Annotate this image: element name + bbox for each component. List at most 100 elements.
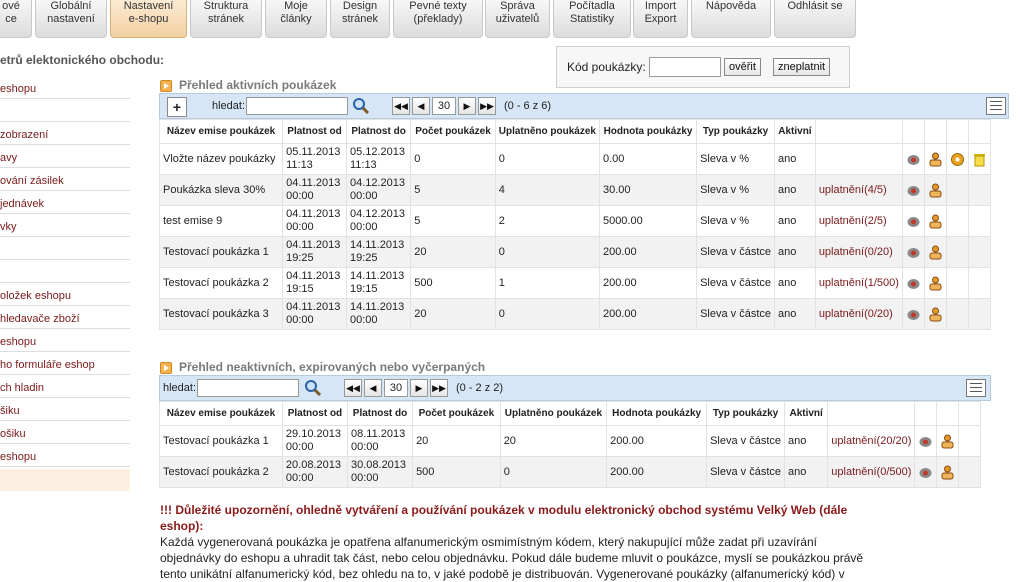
search-icon[interactable] <box>352 97 370 115</box>
users-icon[interactable] <box>940 465 955 480</box>
sidebar-item[interactable]: hledavače zboží <box>0 313 80 325</box>
nav-tab[interactable]: Pevné texty (překlady) <box>393 0 483 38</box>
nav-tab[interactable]: Struktura stránek <box>190 0 262 38</box>
column-header[interactable]: Uplatněno poukázek <box>494 119 600 144</box>
sidebar-divider <box>0 190 130 191</box>
columns-icon[interactable] <box>986 97 1006 115</box>
nav-tab[interactable]: Import Export <box>633 0 688 38</box>
usage-link[interactable]: uplatnění(1/500) <box>819 277 899 289</box>
usage-link[interactable]: uplatnění(0/500) <box>831 466 911 478</box>
invalidate-button[interactable]: zneplatnit <box>773 58 831 76</box>
page-size-input[interactable]: 30 <box>384 379 408 397</box>
nav-tab[interactable]: Počítadla Statistiky <box>553 0 631 38</box>
usage-link[interactable]: uplatnění(4/5) <box>819 184 887 196</box>
column-header[interactable]: Název emise poukázek <box>159 401 283 426</box>
table-row[interactable]: Vložte název poukázky 05.11.2013 11:13 05.1… <box>158 143 992 175</box>
column-header[interactable]: Typ poukázky <box>696 119 776 144</box>
first-page-icon[interactable]: ◀◀ <box>344 379 362 397</box>
column-header[interactable]: Uplatněno poukázek <box>499 401 608 426</box>
users-icon[interactable] <box>928 183 943 198</box>
sidebar-item[interactable]: ošiku <box>0 428 26 440</box>
nav-tab[interactable]: Design stránek <box>330 0 390 38</box>
nav-tab[interactable]: Nápověda <box>691 0 771 38</box>
nav-tab[interactable]: Globální nastavení <box>35 0 107 38</box>
column-header[interactable]: Počet poukázek <box>412 401 501 426</box>
first-page-icon[interactable]: ◀◀ <box>392 97 410 115</box>
column-header[interactable]: Hodnota poukázky <box>598 119 698 144</box>
column-header[interactable]: Platnost od <box>282 119 347 144</box>
view-icon[interactable] <box>906 276 921 291</box>
verify-button[interactable]: ověřit <box>724 58 761 76</box>
users-icon[interactable] <box>928 307 943 322</box>
sidebar-item[interactable]: ování zásilek <box>0 175 64 187</box>
sidebar-item[interactable]: zobrazení <box>0 129 48 141</box>
column-header[interactable]: Platnost od <box>281 401 348 426</box>
table-row[interactable]: Testovací poukázka 1 04.11.2013 19:25 14.11… <box>158 236 992 268</box>
table-row[interactable]: Testovací poukázka 2 20.08.2013 00:00 30.08… <box>159 456 981 488</box>
table-row[interactable]: Testovací poukázka 3 04.11.2013 00:00 14.11… <box>158 298 992 330</box>
sidebar-item[interactable]: eshopu <box>0 451 36 463</box>
table-row[interactable]: Poukázka sleva 30% 04.11.2013 00:00 04.12.2… <box>158 174 992 206</box>
table-row[interactable]: Testovací poukázka 1 29.10.2013 00:00 08.11… <box>159 425 981 457</box>
last-page-icon[interactable]: ▶▶ <box>430 379 448 397</box>
last-page-icon[interactable]: ▶▶ <box>478 97 496 115</box>
nav-tab[interactable]: Moje články <box>265 0 327 38</box>
prev-page-icon[interactable]: ◀ <box>364 379 382 397</box>
search-icon[interactable] <box>304 379 322 397</box>
users-icon[interactable] <box>928 245 943 260</box>
view-icon[interactable] <box>918 465 933 480</box>
column-header[interactable]: Hodnota poukázky <box>606 401 708 426</box>
column-header[interactable]: Počet poukázek <box>410 119 496 144</box>
users-icon[interactable] <box>928 214 943 229</box>
sidebar-item[interactable]: ho formuláře eshop <box>0 359 95 371</box>
sidebar-item[interactable]: vky <box>0 221 17 233</box>
nav-tab[interactable]: ové ce <box>0 0 32 38</box>
sidebar-item[interactable]: eshopu <box>0 83 36 95</box>
sidebar-item[interactable]: oložek eshopu <box>0 290 71 302</box>
column-header[interactable]: Platnost do <box>345 119 412 144</box>
nav-tab[interactable]: Správa uživatelů <box>485 0 550 38</box>
next-page-icon[interactable]: ▶ <box>458 97 476 115</box>
view-icon[interactable] <box>906 183 921 198</box>
view-icon[interactable] <box>906 245 921 260</box>
sidebar-item[interactable]: jednávek <box>0 198 44 210</box>
sidebar-item[interactable]: avy <box>0 152 17 164</box>
column-header[interactable]: Platnost do <box>346 401 414 426</box>
column-header[interactable]: Aktivní <box>784 401 829 426</box>
column-header[interactable]: Typ poukázky <box>706 401 786 426</box>
search-input[interactable] <box>246 97 348 115</box>
add-voucher-button[interactable]: + <box>167 97 187 117</box>
search-input[interactable] <box>197 379 299 397</box>
voucher-code-input[interactable] <box>649 57 721 77</box>
users-icon[interactable] <box>928 276 943 291</box>
usage-link[interactable]: uplatnění(0/20) <box>819 308 893 320</box>
view-icon[interactable] <box>906 152 921 167</box>
table-row[interactable]: Testovací poukázka 2 04.11.2013 19:15 14.11… <box>158 267 992 299</box>
active-cell: ano <box>774 174 816 206</box>
next-page-icon[interactable]: ▶ <box>410 379 428 397</box>
gear-icon[interactable] <box>950 152 965 167</box>
valid-from-cell: 04.11.2013 00:00 <box>282 298 347 330</box>
column-header[interactable]: Název emise poukázek <box>158 119 284 144</box>
sidebar-divider <box>0 167 130 168</box>
voucher-code-label: Kód poukázky: <box>567 60 646 74</box>
view-icon[interactable] <box>918 434 933 449</box>
nav-tab[interactable]: Odhlásit se <box>774 0 856 38</box>
users-icon[interactable] <box>928 152 943 167</box>
page-size-input[interactable]: 30 <box>432 97 456 115</box>
usage-link[interactable]: uplatnění(20/20) <box>831 435 911 447</box>
column-header[interactable]: Aktivní <box>774 119 816 144</box>
sidebar-item[interactable]: šiku <box>0 405 20 417</box>
trash-icon[interactable] <box>972 152 987 167</box>
view-icon[interactable] <box>906 307 921 322</box>
nav-tab[interactable]: Nastavení e-shopu <box>110 0 187 38</box>
sidebar-item[interactable]: eshopu <box>0 336 36 348</box>
view-icon[interactable] <box>906 214 921 229</box>
usage-link[interactable]: uplatnění(0/20) <box>819 246 893 258</box>
prev-page-icon[interactable]: ◀ <box>412 97 430 115</box>
usage-link[interactable]: uplatnění(2/5) <box>819 215 887 227</box>
columns-icon[interactable] <box>966 379 986 397</box>
table-row[interactable]: test emise 9 04.11.2013 00:00 04.12.2013 00:… <box>158 205 992 237</box>
users-icon[interactable] <box>940 434 955 449</box>
sidebar-item[interactable]: ch hladin <box>0 382 44 394</box>
